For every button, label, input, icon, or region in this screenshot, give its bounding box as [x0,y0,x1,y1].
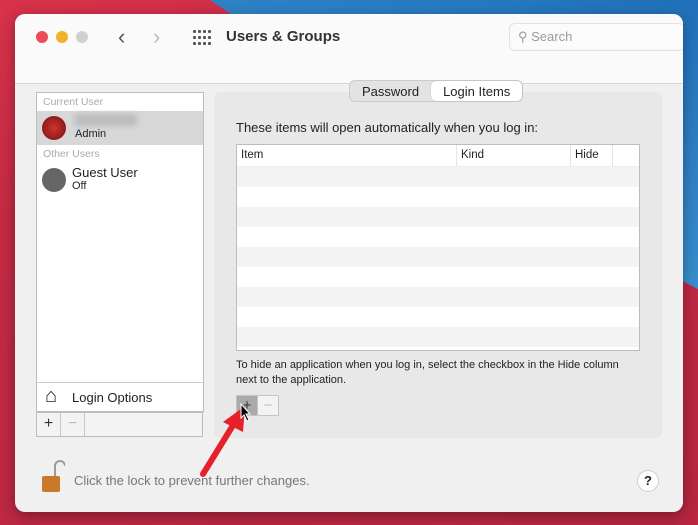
window-title: Users & Groups [226,28,341,45]
help-button[interactable]: ? [637,470,659,492]
back-chevron-icon[interactable]: ‹ [118,24,125,50]
remove-user-button[interactable]: − [61,413,85,436]
minimize-button[interactable] [56,31,68,43]
other-users-header: Other Users [43,148,100,160]
user-role: Admin [75,128,107,140]
column-kind[interactable]: Kind [457,145,571,166]
search-placeholder: Search [531,29,573,44]
current-user-header: Current User [43,96,104,108]
table-body [237,167,639,347]
login-options-item[interactable]: ⌂ Login Options [36,382,204,412]
user-list: Current User Admin Other Users Guest Use… [36,92,204,384]
guest-status: Off [72,180,87,192]
table-header: Item Kind Hide [237,145,639,167]
tab-login-items[interactable]: Login Items [431,81,523,101]
column-item[interactable]: Item [237,145,457,166]
show-all-grid-icon[interactable] [193,30,211,46]
add-user-button[interactable]: + [37,413,61,436]
unlocked-padlock-icon[interactable] [41,458,65,494]
remove-login-item-button[interactable]: − [258,396,278,415]
current-user-item[interactable]: Admin [37,111,203,145]
guest-avatar-icon [42,168,66,192]
avatar [42,116,66,140]
tab-bar: Password Login Items [349,80,524,102]
tab-password[interactable]: Password [350,81,431,101]
guest-user-item[interactable]: Guest User Off [37,163,203,197]
zoom-button[interactable] [76,31,88,43]
lock-text: Click the lock to prevent further change… [74,473,310,488]
search-input[interactable]: ⚲ Search [509,23,683,51]
preferences-window: ‹ › Users & Groups ⚲ Search Current User… [15,14,683,512]
login-options-label: Login Options [72,390,153,405]
house-icon: ⌂ [45,385,58,407]
titlebar: ‹ › Users & Groups ⚲ Search [15,14,683,84]
guest-name: Guest User [72,165,138,180]
search-icon: ⚲ [518,29,532,44]
login-items-table[interactable]: Item Kind Hide [236,144,640,351]
user-add-remove: + − [36,412,203,437]
intro-text: These items will open automatically when… [236,120,539,135]
column-hide[interactable]: Hide [571,145,613,166]
forward-chevron-icon[interactable]: › [153,24,160,50]
mouse-cursor-icon [240,403,252,422]
user-name-redacted [75,114,137,126]
hint-text: To hide an application when you log in, … [236,359,619,386]
close-button[interactable] [36,31,48,43]
